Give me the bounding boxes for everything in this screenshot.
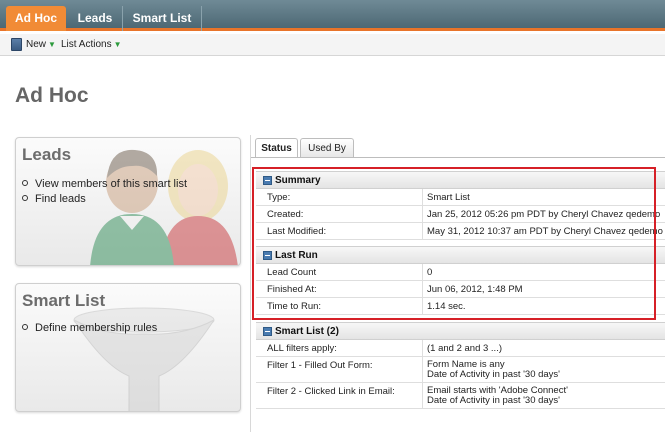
toolbar: New ▼ List Actions ▼	[0, 34, 665, 56]
row-value-multiline: Email starts with 'Adobe Connect' Date of…	[427, 386, 568, 406]
summary-section-title: Summary	[275, 175, 321, 186]
tab-status[interactable]: Status	[255, 138, 298, 158]
page-title: Ad Hoc	[15, 84, 89, 107]
row-value: 1.14 sec.	[427, 301, 466, 312]
summary-section-header[interactable]: Summary	[256, 171, 665, 189]
row-value: Smart List	[427, 192, 470, 203]
new-menu-label: New	[26, 39, 47, 50]
filter-condition: Date of Activity in past '30 days'	[427, 369, 560, 380]
tab-ad-hoc[interactable]: Ad Hoc	[6, 6, 66, 31]
row-key: Last Modified:	[267, 226, 327, 237]
table-row: Created: Jan 25, 2012 05:26 pm PDT by Ch…	[256, 206, 665, 223]
smart-list-card-links: Define membership rules	[22, 322, 157, 337]
table-row: Filter 1 - Filled Out Form: Form Name is…	[256, 357, 665, 383]
smart-list-section-header[interactable]: Smart List (2)	[256, 322, 665, 340]
row-key: Type:	[267, 192, 291, 203]
row-key: Filter 1 - Filled Out Form:	[267, 360, 373, 371]
row-key: Created:	[267, 209, 304, 220]
row-key: Finished At:	[267, 284, 317, 295]
tab-leads[interactable]: Leads	[70, 6, 120, 31]
row-value: (1 and 2 and 3 ...)	[427, 343, 502, 354]
tab-divider	[122, 6, 123, 31]
table-row: Filter 2 - Clicked Link in Email: Email …	[256, 383, 665, 409]
define-membership-rules-label: Define membership rules	[35, 322, 158, 334]
define-membership-rules-link[interactable]: Define membership rules	[22, 322, 157, 334]
table-row: Time to Run: 1.14 sec.	[256, 298, 665, 315]
view-members-link[interactable]: View members of this smart list	[22, 178, 187, 190]
last-run-section-title: Last Run	[275, 250, 318, 261]
new-menu-button[interactable]: New ▼	[26, 39, 56, 50]
tab-smart-list[interactable]: Smart List	[124, 6, 200, 31]
smart-list-card-title: Smart List	[22, 291, 106, 310]
tab-divider	[201, 6, 202, 31]
find-leads-label: Find leads	[35, 193, 86, 205]
list-actions-menu-button[interactable]: List Actions ▼	[61, 39, 122, 50]
collapse-icon	[263, 251, 272, 260]
tab-used-by[interactable]: Used By	[300, 138, 354, 158]
table-row: Finished At: Jun 06, 2012, 1:48 PM	[256, 281, 665, 298]
find-leads-link[interactable]: Find leads	[22, 193, 187, 205]
leads-card: Leads View members of this smart list Fi…	[15, 137, 241, 266]
list-actions-label: List Actions	[61, 39, 112, 50]
table-row: Last Modified: May 31, 2012 10:37 am PDT…	[256, 223, 665, 240]
view-members-label: View members of this smart list	[35, 178, 188, 190]
filter-condition: Date of Activity in past '30 days'	[427, 395, 560, 406]
row-value: Jan 25, 2012 05:26 pm PDT by Cheryl Chav…	[427, 209, 661, 220]
row-key: Lead Count	[267, 267, 317, 278]
row-value: 0	[427, 267, 433, 278]
column-separator	[422, 189, 423, 240]
top-nav-bar: Ad Hoc Leads Smart List	[0, 0, 665, 31]
row-value: May 31, 2012 10:37 am PDT by Cheryl Chav…	[427, 226, 663, 237]
leads-card-links: View members of this smart list Find lea…	[22, 178, 187, 208]
tab-baseline	[251, 157, 665, 158]
row-key: Time to Run:	[267, 301, 322, 312]
bullet-icon	[22, 180, 28, 186]
dropdown-triangle-icon: ▼	[113, 40, 122, 49]
table-row: Type: Smart List	[256, 189, 665, 206]
smart-list-section-title: Smart List (2)	[275, 326, 339, 337]
column-separator	[422, 264, 423, 315]
table-row: Lead Count 0	[256, 264, 665, 281]
collapse-icon	[263, 327, 272, 336]
collapse-icon	[263, 176, 272, 185]
dropdown-triangle-icon: ▼	[48, 40, 56, 49]
row-value-multiline: Form Name is any Date of Activity in past…	[427, 360, 560, 380]
bullet-icon	[22, 195, 28, 201]
row-key: Filter 2 - Clicked Link in Email:	[267, 386, 395, 397]
row-value: Jun 06, 2012, 1:48 PM	[427, 284, 523, 295]
smart-list-card: Smart List Define membership rules	[15, 283, 241, 412]
column-separator	[422, 340, 423, 409]
row-key: ALL filters apply:	[267, 343, 337, 354]
last-run-section-header[interactable]: Last Run	[256, 246, 665, 264]
bullet-icon	[22, 324, 28, 330]
table-row: ALL filters apply: (1 and 2 and 3 ...)	[256, 340, 665, 357]
new-document-icon	[11, 38, 22, 51]
column-divider	[250, 135, 251, 432]
leads-card-title: Leads	[22, 145, 72, 164]
